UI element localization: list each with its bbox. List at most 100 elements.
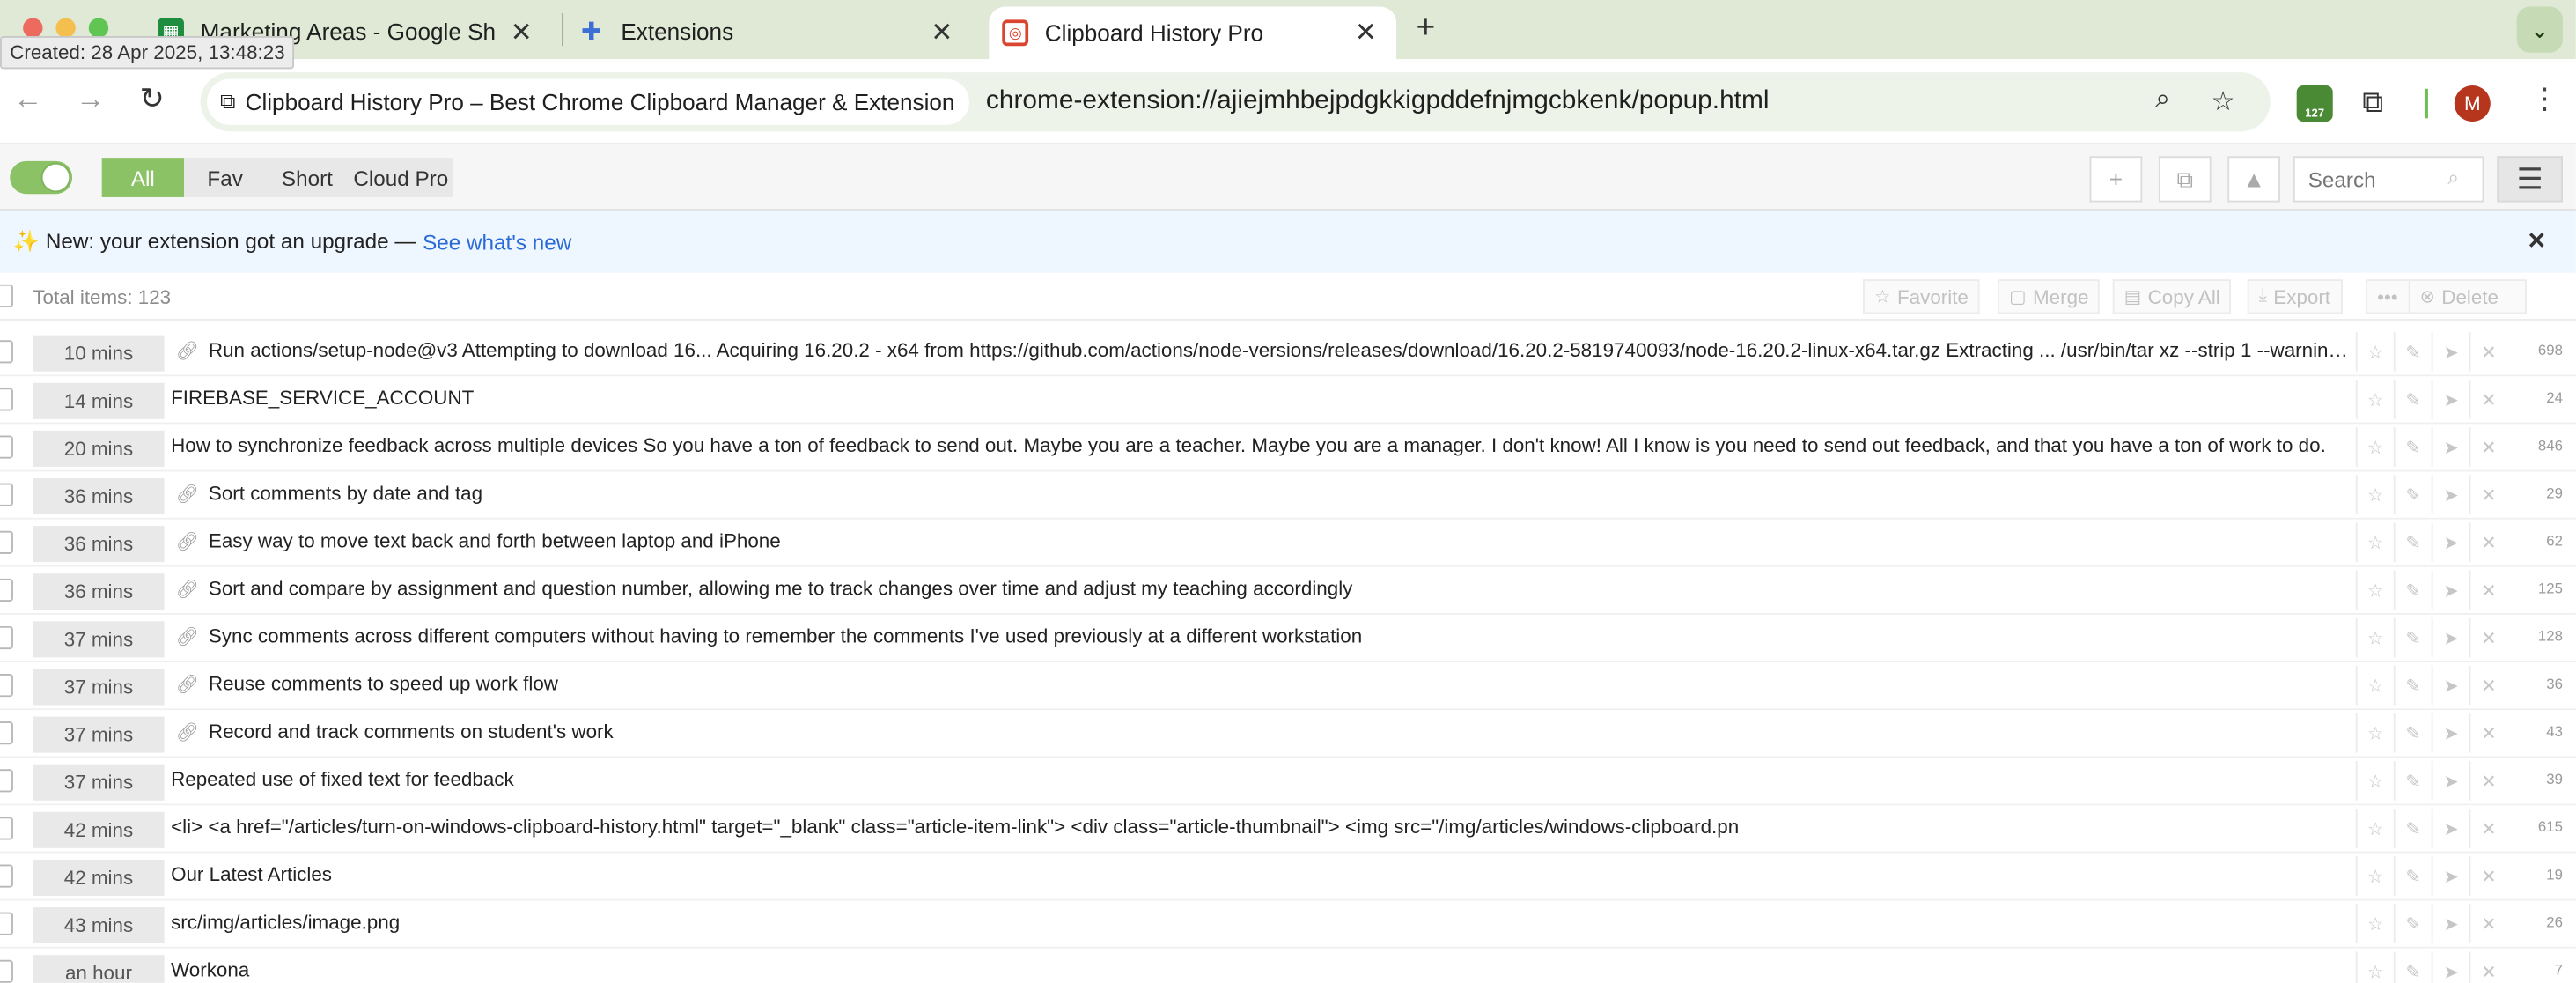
delete-icon[interactable]: ✕: [2469, 951, 2507, 983]
delete-icon[interactable]: ✕: [2469, 665, 2507, 706]
browser-menu-icon[interactable]: ⋮: [2530, 82, 2560, 116]
browser-tab-extensions[interactable]: ✚ Extensions ✕: [578, 6, 973, 55]
whats-new-link[interactable]: See what's new: [423, 229, 571, 254]
delete-icon[interactable]: ✕: [2469, 760, 2507, 801]
close-tab-icon[interactable]: ✕: [511, 17, 533, 49]
list-item[interactable]: 37 mins 🔗︎ Record and track comments on st…: [0, 710, 2576, 758]
item-checkbox[interactable]: [0, 721, 13, 745]
list-item[interactable]: 42 mins Our Latest Articles ☆ ✎ ➤ ✕ 19: [0, 853, 2576, 901]
popout-button[interactable]: ⧉: [2158, 156, 2212, 203]
send-icon[interactable]: ➤: [2431, 331, 2469, 372]
list-item[interactable]: 14 mins FIREBASE_SERVICE_ACCOUNT ☆ ✎ ➤ ✕ 24: [0, 376, 2576, 425]
bookmark-star-icon[interactable]: ☆: [2212, 85, 2235, 118]
item-content[interactable]: <li> <a href="/articles/turn-on-windows-…: [171, 816, 2352, 839]
new-tab-icon[interactable]: +: [1416, 10, 1435, 48]
favorite-star-icon[interactable]: ☆: [2355, 570, 2394, 610]
extensions-puzzle-icon[interactable]: ⧉: [2362, 85, 2383, 120]
zoom-window-button[interactable]: [88, 18, 109, 38]
item-content[interactable]: 🔗︎ Sort comments by date and tag: [171, 482, 2352, 505]
list-item[interactable]: 10 mins 🔗︎ Run actions/setup-node@v3 Attem…: [0, 329, 2576, 377]
list-item[interactable]: 42 mins <li> <a href="/articles/turn-on-w…: [0, 805, 2576, 854]
list-item[interactable]: 36 mins 🔗︎ Sort comments by date and tag ☆ ✎…: [0, 471, 2576, 520]
close-tab-icon[interactable]: ✕: [931, 17, 953, 49]
favorite-star-icon[interactable]: ☆: [2355, 904, 2394, 944]
list-item[interactable]: 37 mins 🔗︎ Sync comments across different …: [0, 614, 2576, 662]
send-icon[interactable]: ➤: [2431, 522, 2469, 563]
item-checkbox[interactable]: [0, 674, 13, 698]
reload-icon[interactable]: ↻: [140, 82, 165, 116]
favorite-star-icon[interactable]: ☆: [2355, 665, 2394, 706]
send-icon[interactable]: ➤: [2431, 713, 2469, 753]
send-icon[interactable]: ➤: [2431, 856, 2469, 896]
send-icon[interactable]: ➤: [2431, 760, 2469, 801]
more-button[interactable]: •••: [2366, 279, 2410, 314]
item-checkbox[interactable]: [0, 817, 13, 840]
item-content[interactable]: How to synchronize feedback across multi…: [171, 434, 2352, 457]
item-checkbox[interactable]: [0, 530, 13, 554]
forward-arrow-icon[interactable]: →: [76, 82, 106, 116]
item-content[interactable]: 🔗︎ Record and track comments on student's…: [171, 720, 2352, 743]
favorite-star-icon[interactable]: ☆: [2355, 380, 2394, 419]
edit-icon[interactable]: ✎: [2393, 331, 2432, 372]
item-checkbox[interactable]: [0, 864, 13, 888]
item-checkbox[interactable]: [0, 388, 13, 411]
favorite-star-icon[interactable]: ☆: [2355, 427, 2394, 467]
edit-icon[interactable]: ✎: [2393, 713, 2432, 753]
list-item[interactable]: 36 mins 🔗︎ Sort and compare by assignment …: [0, 566, 2576, 615]
list-item[interactable]: 20 mins How to synchronize feedback acros…: [0, 424, 2576, 472]
tab-all[interactable]: All: [101, 158, 184, 197]
zoom-icon[interactable]: ⌕: [2155, 85, 2170, 115]
item-checkbox[interactable]: [0, 769, 13, 793]
clipboard-extension-icon[interactable]: 127: [2296, 85, 2333, 122]
favorite-star-icon[interactable]: ☆: [2355, 617, 2394, 658]
edit-icon[interactable]: ✎: [2393, 427, 2432, 467]
browser-tab-clipboard[interactable]: ◎ Clipboard History Pro ✕: [989, 6, 1397, 60]
item-checkbox[interactable]: [0, 483, 13, 506]
item-checkbox[interactable]: [0, 578, 13, 602]
edit-icon[interactable]: ✎: [2393, 475, 2432, 515]
delete-button[interactable]: ⊗ Delete: [2408, 279, 2527, 314]
send-icon[interactable]: ➤: [2431, 951, 2469, 983]
delete-icon[interactable]: ✕: [2469, 713, 2507, 753]
edit-icon[interactable]: ✎: [2393, 617, 2432, 658]
export-button[interactable]: ⤓ Export: [2247, 279, 2343, 314]
favorite-button[interactable]: ☆ Favorite: [1863, 279, 1980, 314]
hamburger-menu-button[interactable]: ☰: [2497, 156, 2563, 203]
favorite-star-icon[interactable]: ☆: [2355, 475, 2394, 515]
close-icon[interactable]: ✕: [2527, 227, 2546, 255]
enable-toggle[interactable]: [10, 160, 73, 195]
list-item[interactable]: an hour Workona ☆ ✎ ➤ ✕ 7: [0, 948, 2576, 983]
delete-icon[interactable]: ✕: [2469, 331, 2507, 372]
close-tab-icon[interactable]: ✕: [1355, 17, 1377, 49]
send-icon[interactable]: ➤: [2431, 665, 2469, 706]
edit-icon[interactable]: ✎: [2393, 809, 2432, 848]
tab-short[interactable]: Short: [266, 158, 349, 197]
favorite-star-icon[interactable]: ☆: [2355, 856, 2394, 896]
edit-icon[interactable]: ✎: [2393, 522, 2432, 563]
edit-icon[interactable]: ✎: [2393, 904, 2432, 944]
item-content[interactable]: 🔗︎ Sync comments across different compute…: [171, 625, 2352, 647]
favorite-star-icon[interactable]: ☆: [2355, 713, 2394, 753]
lock-button[interactable]: ▲: [2227, 156, 2281, 203]
list-item[interactable]: 36 mins 🔗︎ Easy way to move text back and …: [0, 519, 2576, 567]
send-icon[interactable]: ➤: [2431, 904, 2469, 944]
item-checkbox[interactable]: [0, 625, 13, 650]
delete-icon[interactable]: ✕: [2469, 856, 2507, 896]
item-content[interactable]: Our Latest Articles: [171, 863, 2352, 886]
favorite-star-icon[interactable]: ☆: [2355, 522, 2394, 563]
list-item[interactable]: 43 mins src/img/articles/image.png ☆ ✎ ➤ ✕ 26: [0, 900, 2576, 949]
minimize-window-button[interactable]: [55, 18, 76, 38]
item-content[interactable]: Workona: [171, 958, 2352, 981]
delete-icon[interactable]: ✕: [2469, 904, 2507, 944]
item-checkbox[interactable]: [0, 435, 13, 459]
item-content[interactable]: 🔗︎ Sort and compare by assignment and que…: [171, 577, 2352, 600]
delete-icon[interactable]: ✕: [2469, 570, 2507, 610]
edit-icon[interactable]: ✎: [2393, 760, 2432, 801]
favorite-star-icon[interactable]: ☆: [2355, 331, 2394, 372]
edit-icon[interactable]: ✎: [2393, 856, 2432, 896]
list-item[interactable]: 37 mins 🔗︎ Reuse comments to speed up work…: [0, 661, 2576, 711]
item-content[interactable]: 🔗︎ Run actions/setup-node@v3 Attempting t…: [171, 338, 2352, 361]
item-checkbox[interactable]: [0, 340, 13, 364]
add-item-button[interactable]: +: [2089, 156, 2143, 203]
item-checkbox[interactable]: [0, 959, 13, 983]
